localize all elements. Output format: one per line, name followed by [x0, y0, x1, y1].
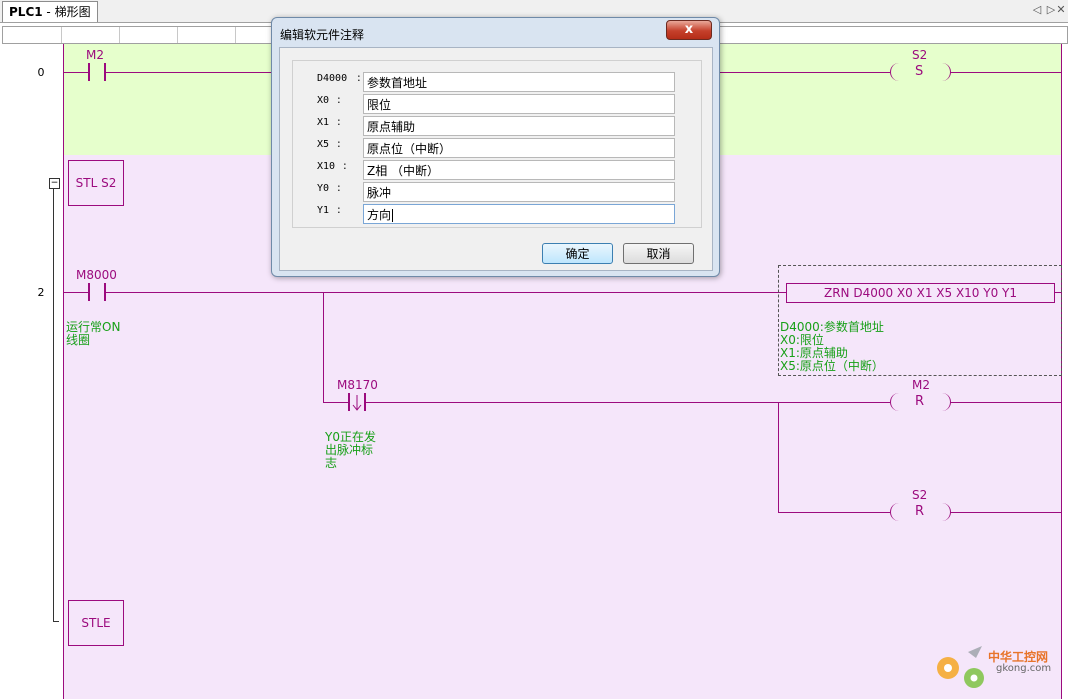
zrn-comment-line: X5:原点位（中断） — [780, 359, 884, 373]
contact-m2[interactable] — [88, 63, 106, 81]
contact-m8170-label: M8170 — [337, 378, 378, 392]
coil-left-paren — [890, 393, 901, 411]
rung-wire — [778, 512, 890, 513]
field-input-x10[interactable]: Z相 （中断） — [363, 160, 675, 180]
field-input-x5[interactable]: 原点位（中断） — [363, 138, 675, 158]
field-label-x1: X1 — [317, 117, 330, 128]
field-label-x10: X10 — [317, 161, 336, 172]
ruler-cell — [177, 27, 236, 43]
step-number-0: 0 — [37, 66, 45, 79]
field-label-d4000: D4000 — [317, 73, 348, 84]
coil-s2-reset-symbol[interactable]: R — [915, 504, 924, 519]
dialog-close-button[interactable]: x — [666, 20, 712, 40]
coil-m2-reset-symbol[interactable]: R — [915, 394, 924, 409]
rung-wire — [64, 72, 88, 73]
gear-logo-icon — [937, 646, 984, 688]
m8000-comment: 运行常ON 线圈 — [66, 321, 120, 347]
field-input-y1-text: 方向 — [367, 208, 392, 222]
field-sep: : — [337, 181, 341, 194]
gkong-watermark: 中华工控网 gkong.com — [930, 640, 1060, 695]
rung-wire — [366, 402, 890, 403]
field-input-y1[interactable]: 方向 — [363, 204, 675, 224]
rung-wire — [106, 72, 274, 73]
branch-wire — [323, 292, 324, 402]
coil-left-paren — [890, 63, 901, 81]
coil-s2-set-label: S2 — [912, 48, 928, 62]
rung-wire — [1054, 292, 1061, 293]
step-number-2: 2 — [37, 286, 45, 299]
dialog-body: D4000 : 参数首地址 X0 : 限位 X1 : 原点辅助 X5 : 原点位… — [279, 47, 713, 271]
cancel-button[interactable]: 取消 — [623, 243, 694, 264]
field-sep: : — [337, 137, 341, 150]
contact-m8000-label: M8000 — [76, 268, 117, 282]
fold-bracket-end — [53, 621, 59, 622]
ruler-cell — [61, 27, 120, 43]
rung-wire — [950, 72, 1061, 73]
comment-fields-group: D4000 : 参数首地址 X0 : 限位 X1 : 原点辅助 X5 : 原点位… — [292, 60, 702, 228]
tab-close-icon[interactable]: ✕ — [1054, 3, 1068, 17]
edit-device-comment-dialog: 编辑软元件注释 x D4000 : 参数首地址 X0 : 限位 X1 : 原点辅… — [271, 17, 720, 277]
branch-wire — [778, 402, 779, 512]
zrn-instruction-block[interactable]: ZRN D4000 X0 X1 X5 X10 Y0 Y1 — [786, 283, 1055, 303]
coil-s2-set-symbol[interactable]: S — [915, 64, 923, 79]
field-input-y0[interactable]: 脉冲 — [363, 182, 675, 202]
stl-s2-block[interactable]: STL S2 — [68, 160, 124, 206]
field-sep: : — [343, 159, 347, 172]
rung-wire — [718, 72, 890, 73]
falling-edge-arrow-icon — [352, 395, 362, 411]
stle-block[interactable]: STLE — [68, 600, 124, 646]
tab-project-name: PLC1 — [9, 5, 43, 19]
zrn-comments: D4000:参数首地址 X0:限位 X1:原点辅助 X5:原点位（中断） — [780, 321, 884, 373]
collapse-toggle-icon[interactable]: − — [49, 178, 60, 189]
tab-view-name: 梯形图 — [54, 5, 91, 19]
tab-plc1-ladder[interactable]: PLC1 - 梯形图 — [2, 1, 98, 22]
coil-left-paren — [890, 503, 901, 521]
m8170-comment-line: 志 — [325, 456, 338, 470]
rung-wire — [950, 402, 1061, 403]
ruler-cell — [3, 27, 62, 43]
m8000-comment-line: 线圈 — [66, 333, 91, 347]
rung-wire — [323, 402, 348, 403]
m8170-comment: Y0正在发 出脉冲标 志 — [325, 431, 376, 470]
field-sep: : — [337, 115, 341, 128]
field-label-x0: X0 — [317, 95, 330, 106]
dialog-title: 编辑软元件注释 — [280, 28, 365, 42]
tab-separator: - — [42, 5, 55, 19]
ok-button[interactable]: 确定 — [542, 243, 613, 264]
field-input-x1[interactable]: 原点辅助 — [363, 116, 675, 136]
rung-wire — [950, 512, 1061, 513]
text-caret — [392, 209, 394, 222]
field-input-d4000[interactable]: 参数首地址 — [363, 72, 675, 92]
field-input-x0[interactable]: 限位 — [363, 94, 675, 114]
tab-scroll-left-icon[interactable]: ◁ — [1030, 3, 1044, 17]
left-power-rail — [63, 44, 64, 699]
watermark-text-en: gkong.com — [996, 663, 1052, 674]
rung-wire — [106, 292, 787, 293]
contact-m2-label: M2 — [86, 48, 104, 62]
field-sep: : — [337, 203, 341, 216]
ruler-cell — [119, 27, 178, 43]
field-sep: : — [357, 71, 361, 84]
coil-s2-reset-label: S2 — [912, 488, 928, 502]
fold-bracket-line — [53, 188, 54, 621]
field-label-y1: Y1 — [317, 205, 330, 216]
field-label-y0: Y0 — [317, 183, 330, 194]
contact-m8000[interactable] — [88, 283, 106, 301]
coil-m2-reset-label: M2 — [912, 378, 930, 392]
field-label-x5: X5 — [317, 139, 330, 150]
field-sep: : — [337, 93, 341, 106]
rung-wire — [64, 292, 88, 293]
